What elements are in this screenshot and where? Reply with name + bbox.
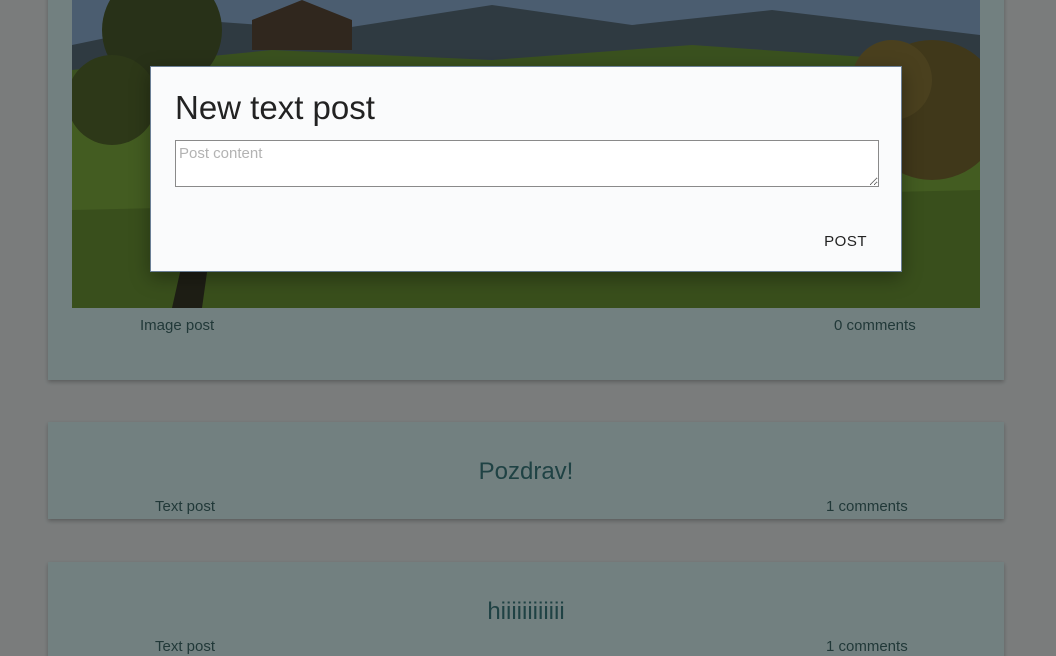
dialog-title: New text post	[175, 89, 375, 126]
post-content-input[interactable]	[175, 140, 879, 187]
new-text-post-dialog: New text post POST	[150, 66, 902, 272]
post-button[interactable]: POST	[810, 227, 881, 256]
